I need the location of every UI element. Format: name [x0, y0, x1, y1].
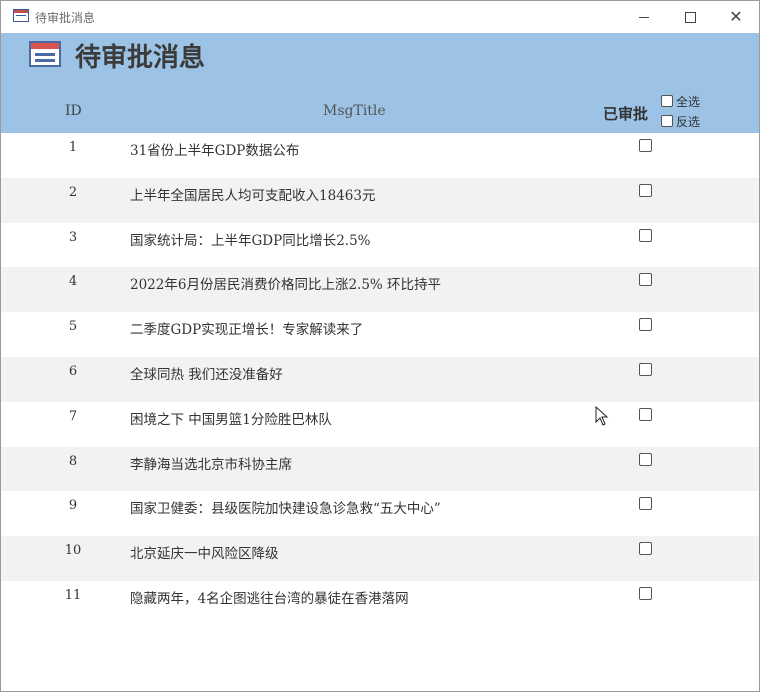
- table-row[interactable]: 7 困境之下 中国男篮1分险胜巴林队: [1, 402, 759, 447]
- table-row[interactable]: 9 国家卫健委：县级医院加快建设急诊急救“五大中心”: [1, 491, 759, 536]
- table-row[interactable]: 8 李静海当选北京市科协主席: [1, 446, 759, 492]
- row-title: 31省份上半年GDP数据公布: [130, 143, 300, 159]
- select-all-option[interactable]: 全选: [661, 93, 700, 110]
- row-id: 9: [68, 498, 78, 514]
- table-row[interactable]: 3 国家统计局：上半年GDP同比增长2.5%: [1, 223, 759, 268]
- column-header-approved: 已审批: [603, 105, 649, 123]
- approved-checkbox[interactable]: [639, 139, 652, 152]
- window-title: 待审批消息: [35, 11, 96, 25]
- row-id: 8: [68, 453, 78, 469]
- approved-checkbox[interactable]: [639, 318, 652, 332]
- approved-checkbox[interactable]: [639, 542, 652, 556]
- table-row[interactable]: 11 隐藏两年，4名企图逃往台湾的暴徒在香港落网: [1, 581, 759, 626]
- approved-checkbox[interactable]: [639, 407, 652, 421]
- row-id: 4: [68, 274, 78, 290]
- maximize-icon: [684, 12, 696, 23]
- table-row[interactable]: 5 二季度GDP实现正增长！专家解读来了: [1, 312, 759, 357]
- form-header: 待审批消息 ID MsgTitle 已审批 全选 反选: [1, 33, 759, 133]
- row-id: 2: [68, 184, 78, 200]
- column-header-msgtitle: MsgTitle: [323, 103, 386, 119]
- approved-checkbox[interactable]: [639, 452, 652, 466]
- approved-checkbox[interactable]: [639, 586, 652, 600]
- app-window: 待审批消息 ✕ 待审批消息 ID MsgTitle 已审批 全选 反选 1 31…: [0, 0, 760, 692]
- row-title: 国家卫健委：县级医院加快建设急诊急救“五大中心”: [130, 501, 441, 518]
- maximize-button[interactable]: [667, 1, 713, 33]
- approved-checkbox[interactable]: [639, 183, 652, 197]
- table-row[interactable]: 2 上半年全国居民人均可支配收入18463元: [1, 177, 759, 223]
- row-id: 7: [68, 408, 78, 424]
- close-icon: ✕: [729, 7, 743, 26]
- minimize-button[interactable]: [621, 1, 667, 33]
- table-row[interactable]: 10 北京延庆一中风险区降级: [1, 536, 759, 581]
- row-id: 5: [68, 319, 78, 335]
- title-bar[interactable]: 待审批消息 ✕: [1, 1, 759, 33]
- invert-select-label: 反选: [676, 115, 701, 129]
- row-title: 李静海当选北京市科协主席: [130, 456, 292, 473]
- message-list: 1 31省份上半年GDP数据公布 2 上半年全国居民人均可支配收入18463元 …: [1, 133, 759, 626]
- approved-checkbox[interactable]: [639, 497, 652, 511]
- row-title: 困境之下 中国男篮1分险胜巴林队: [130, 411, 332, 428]
- table-row[interactable]: 1 31省份上半年GDP数据公布: [1, 133, 759, 178]
- row-id: 3: [68, 229, 78, 245]
- approved-checkbox[interactable]: [639, 228, 652, 242]
- approved-checkbox[interactable]: [639, 273, 652, 287]
- row-id: 1: [68, 140, 78, 155]
- row-id: 11: [64, 587, 82, 603]
- table-row[interactable]: 4 2022年6月份居民消费价格同比上涨2.5% 环比持平: [1, 267, 759, 313]
- mouse-cursor-icon: [595, 406, 609, 426]
- select-all-checkbox[interactable]: [661, 95, 673, 107]
- form-title: 待审批消息: [75, 43, 206, 73]
- row-title: 隐藏两年，4名企图逃往台湾的暴徒在香港落网: [130, 590, 409, 607]
- row-id: 6: [68, 363, 78, 379]
- invert-select-option[interactable]: 反选: [661, 113, 700, 130]
- row-title: 国家统计局：上半年GDP同比增长2.5%: [130, 232, 371, 249]
- row-title: 北京延庆一中风险区降级: [130, 546, 279, 563]
- minimize-icon: [639, 17, 649, 18]
- select-all-label: 全选: [676, 95, 701, 109]
- row-title: 二季度GDP实现正增长！专家解读来了: [130, 322, 364, 339]
- row-title: 全球同热 我们还没准备好: [130, 366, 283, 383]
- row-title: 2022年6月份居民消费价格同比上涨2.5% 环比持平: [130, 277, 442, 294]
- close-button[interactable]: ✕: [713, 1, 759, 33]
- form-app-icon: [13, 9, 29, 22]
- approved-checkbox[interactable]: [639, 362, 652, 376]
- invert-select-checkbox[interactable]: [661, 115, 673, 127]
- table-row[interactable]: 6 全球同热 我们还没准备好: [1, 356, 759, 402]
- form-icon: [29, 41, 61, 67]
- column-header-id: ID: [65, 103, 82, 119]
- row-title: 上半年全国居民人均可支配收入18463元: [130, 187, 376, 204]
- row-id: 10: [64, 543, 82, 559]
